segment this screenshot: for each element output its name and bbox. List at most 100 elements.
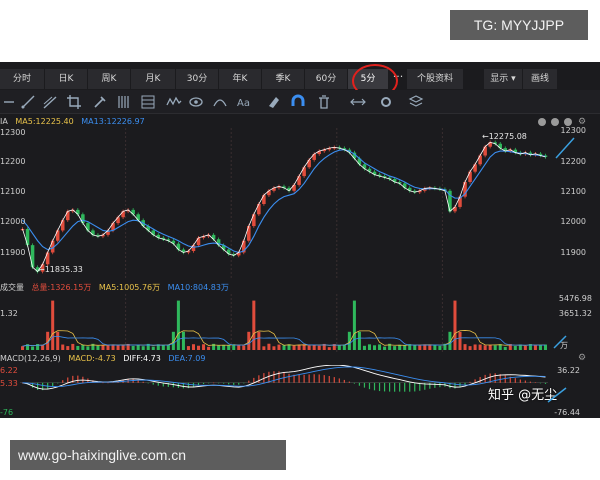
volume-bar — [31, 346, 35, 350]
volume-bar — [282, 345, 286, 350]
panel-add-icon[interactable] — [551, 118, 559, 126]
volume-bar — [41, 345, 45, 350]
wave-icon[interactable] — [166, 94, 182, 110]
volume-bar — [207, 346, 211, 350]
macd-histogram-bar — [429, 382, 431, 389]
macd-histogram-bar — [67, 377, 69, 383]
layers-icon[interactable] — [408, 94, 424, 110]
volume-bar — [257, 331, 261, 350]
macd-histogram-bar — [333, 377, 335, 383]
watermark-bottom: www.go-haixinglive.com.cn — [10, 440, 286, 470]
volume-bar — [292, 345, 296, 350]
tab-weekly-k[interactable]: 周K — [88, 69, 130, 89]
macd-histogram-bar — [529, 381, 531, 383]
arc-icon[interactable] — [212, 94, 228, 110]
grid-icon[interactable] — [140, 94, 156, 110]
display-menu-button[interactable]: 显示 ▾ — [484, 69, 522, 89]
macd-histogram-bar — [308, 374, 310, 383]
price-candle — [55, 230, 60, 241]
macd-settings-icon[interactable]: ⚙ — [578, 354, 586, 363]
macd-histogram-bar — [348, 381, 350, 383]
tab-monthly-k[interactable]: 月K — [131, 69, 175, 89]
tab-intraday[interactable]: 分时 — [0, 69, 44, 89]
macd-histogram-bar — [152, 382, 154, 385]
volume-bar — [166, 344, 170, 350]
volume-bar — [141, 346, 145, 350]
volume-bar — [161, 345, 165, 350]
macd-histogram-bar — [202, 382, 205, 385]
dea-label: DEA:7.09 — [168, 354, 206, 363]
volume-bar — [217, 345, 221, 350]
macd-histogram-bar — [273, 371, 275, 383]
macd-histogram-bar — [253, 377, 255, 383]
macd-histogram-bar — [409, 382, 411, 392]
arrows-icon[interactable] — [350, 94, 366, 110]
draw-line-button[interactable]: 画线 — [523, 69, 557, 89]
zhihu-watermark: 知乎 @无尘 — [488, 388, 558, 403]
price-candle — [81, 214, 85, 224]
tab-stock-info[interactable]: 个股资料 — [407, 69, 463, 89]
volume-bar — [191, 344, 195, 350]
cursor-icon[interactable] — [2, 94, 18, 110]
brush-icon[interactable] — [92, 94, 108, 110]
macd-histogram-bar — [328, 376, 330, 383]
macd-histogram-bar — [353, 382, 355, 384]
volume-bar — [51, 300, 55, 350]
left-tick-12000: 12000 — [0, 217, 26, 226]
settings-icon[interactable] — [378, 94, 394, 110]
volume-bar — [297, 344, 301, 350]
volume-bar — [367, 344, 371, 350]
macd-histogram-bar — [258, 375, 260, 383]
macd-histogram-bar — [238, 382, 240, 385]
volume-bar — [106, 344, 110, 350]
volume-bar — [66, 346, 70, 350]
macd-title: MACD(12,26,9) — [0, 354, 61, 363]
text-icon[interactable]: Aa — [236, 94, 252, 110]
ray-icon[interactable] — [42, 94, 58, 110]
volume-bar — [478, 344, 482, 350]
macd-histogram-bar — [268, 371, 270, 383]
panel-remove-icon[interactable] — [564, 118, 572, 126]
panel-settings-icon[interactable]: ⚙ — [578, 118, 586, 127]
macd-left-tick-2: 5.33 — [0, 379, 18, 388]
volume-bar — [56, 331, 60, 350]
price-candle — [66, 211, 70, 221]
drawing-toolbar: Aa — [0, 90, 600, 114]
volume-bar — [373, 345, 377, 350]
tab-60min[interactable]: 60分 — [305, 69, 347, 89]
left-tick-11900: 11900 — [0, 248, 26, 257]
more-tabs-button[interactable]: ··· — [389, 69, 407, 89]
tab-daily-k[interactable]: 日K — [45, 69, 87, 89]
page: TG: MYYJJPP 分时 日K 周K 月K 30分 年K 季K 60分 5分… — [0, 0, 600, 480]
tab-30min[interactable]: 30分 — [176, 69, 218, 89]
macd-histogram-bar — [218, 382, 220, 384]
line-icon[interactable] — [20, 94, 36, 110]
eraser-icon[interactable] — [266, 94, 282, 110]
tab-yearly-k[interactable]: 年K — [219, 69, 261, 89]
volume-bar — [202, 344, 206, 350]
eye-icon[interactable] — [188, 94, 204, 110]
macd-histogram-bar — [519, 379, 521, 383]
volume-ma10-label: MA10:804.83万 — [167, 283, 229, 292]
volume-bar — [378, 344, 382, 350]
volume-bar — [267, 343, 271, 350]
volume-bar — [227, 345, 231, 350]
tab-5min[interactable]: 5分 — [348, 69, 388, 89]
volume-bar — [398, 344, 402, 350]
crop-icon[interactable] — [66, 94, 82, 110]
volume-bar — [493, 345, 497, 350]
macd-histogram-bar — [514, 378, 516, 383]
volume-bar — [468, 346, 472, 350]
macd-value-label: MACD:-4.73 — [68, 354, 116, 363]
trash-icon[interactable] — [316, 94, 332, 110]
panel-collapse-icon[interactable] — [538, 118, 546, 126]
macd-histogram-bar — [313, 374, 315, 383]
volume-bar — [61, 344, 65, 350]
volume-bar — [307, 345, 311, 350]
tab-quarterly-k[interactable]: 季K — [262, 69, 304, 89]
magnet-icon[interactable] — [290, 94, 306, 110]
bars-icon[interactable] — [116, 94, 132, 110]
svg-text:Aa: Aa — [237, 98, 250, 109]
macd-histogram-bar — [343, 379, 345, 383]
volume-bar — [317, 345, 321, 350]
